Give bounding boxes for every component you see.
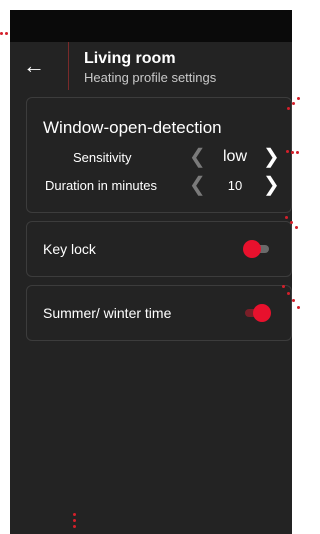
annotation-dots-right: [0, 0, 302, 534]
